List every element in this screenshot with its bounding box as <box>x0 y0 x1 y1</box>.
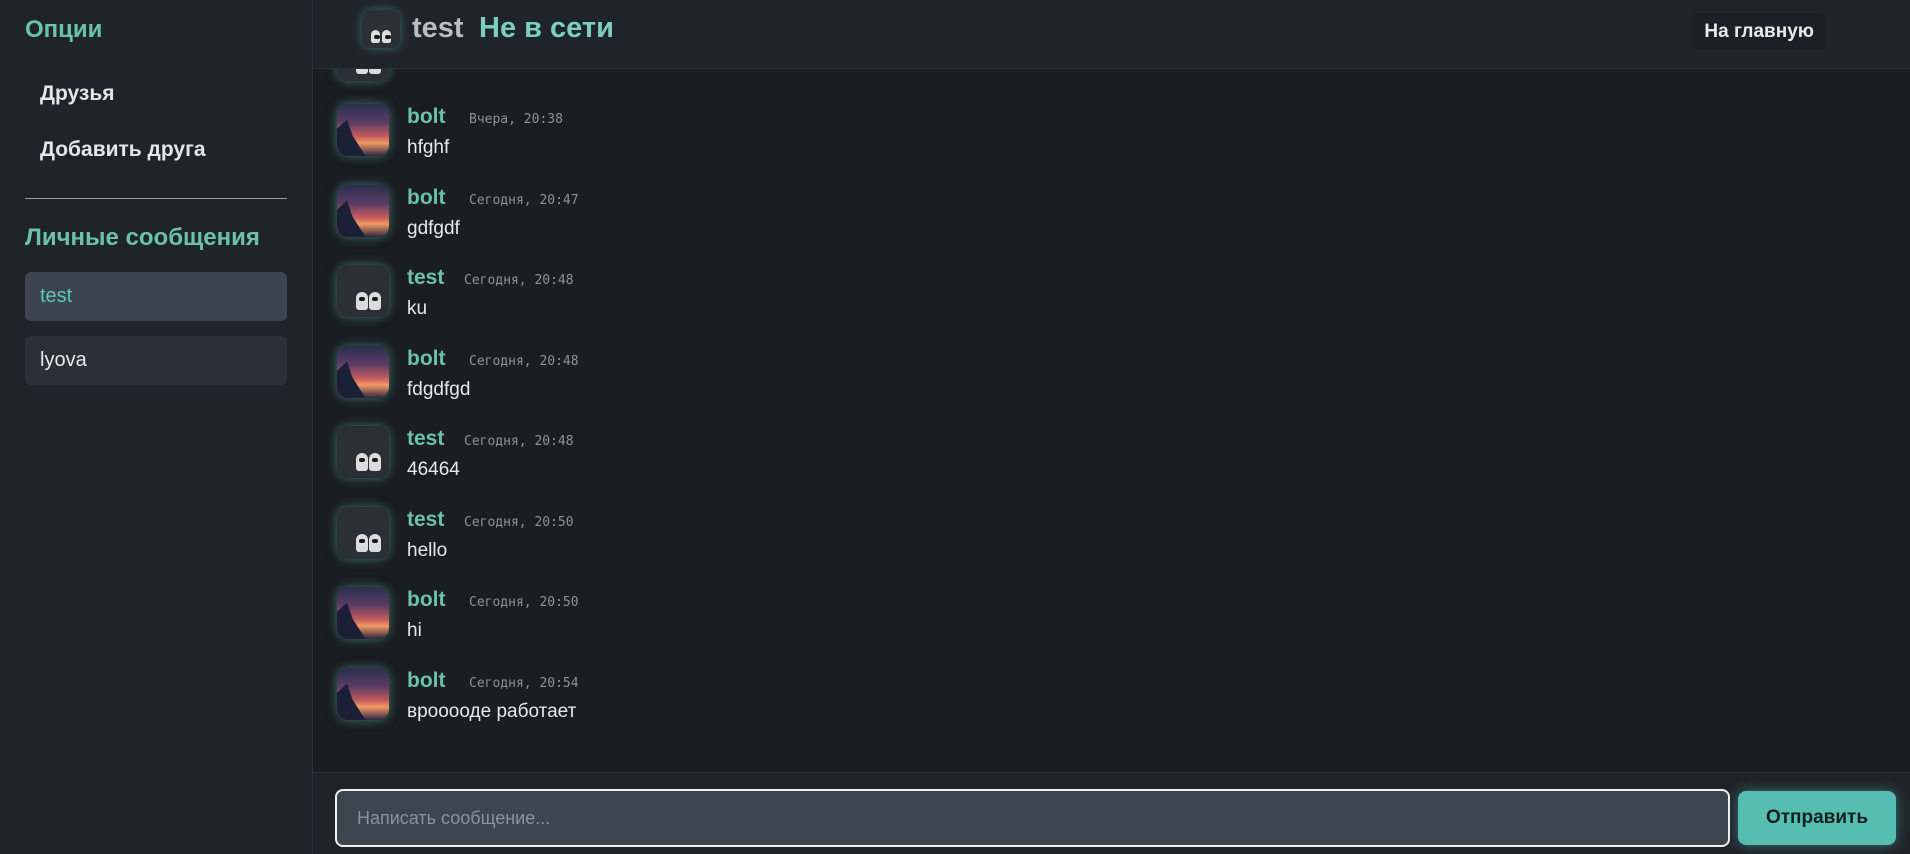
send-button[interactable]: Отправить <box>1738 791 1896 845</box>
chat-header: test Не в сети На главную <box>313 0 1910 69</box>
message-item: test Сегодня, 20:50 hello <box>337 507 1237 567</box>
message-item: hgfhgfh <box>337 69 1237 89</box>
message-author[interactable]: bolt <box>407 105 445 129</box>
message-timestamp: Сегодня, 20:50 <box>464 515 574 530</box>
message-text: fdgdfgd <box>407 379 471 400</box>
sidebar-link-friends[interactable]: Друзья <box>40 82 115 106</box>
sunset-landscape-avatar-icon[interactable] <box>337 668 389 720</box>
sunset-landscape-avatar-icon[interactable] <box>337 185 389 237</box>
home-button[interactable]: На главную <box>1692 13 1826 50</box>
message-timestamp: Сегодня, 20:48 <box>464 273 574 288</box>
message-author[interactable]: test <box>407 266 444 290</box>
message-text: hi <box>407 620 422 641</box>
message-timestamp: Сегодня, 20:50 <box>469 595 579 610</box>
message-author[interactable]: bolt <box>407 186 445 210</box>
dm-item-test[interactable]: test <box>25 272 287 321</box>
sidebar-link-add-friend[interactable]: Добавить друга <box>40 138 206 162</box>
two-figures-avatar-icon[interactable] <box>337 507 389 559</box>
message-item: bolt Вчера, 20:38 hfghf <box>337 104 1237 164</box>
message-author[interactable]: bolt <box>407 347 445 371</box>
message-item: bolt Сегодня, 20:50 hi <box>337 587 1237 647</box>
message-item: test Сегодня, 20:48 46464 <box>337 426 1237 486</box>
chat-partner-status: Не в сети <box>479 12 614 44</box>
message-timestamp: Вчера, 20:38 <box>469 112 563 127</box>
message-author[interactable]: bolt <box>407 588 445 612</box>
sunset-landscape-avatar-icon[interactable] <box>337 104 389 156</box>
two-figures-avatar-icon[interactable] <box>337 69 389 81</box>
message-text: gdfgdf <box>407 218 460 239</box>
sunset-landscape-avatar-icon[interactable] <box>337 346 389 398</box>
sunset-landscape-avatar-icon[interactable] <box>337 587 389 639</box>
dm-item-lyova[interactable]: lyova <box>25 336 287 385</box>
message-text: hfghf <box>407 137 450 158</box>
message-item: bolt Сегодня, 20:47 gdfgdf <box>337 185 1237 245</box>
message-author[interactable]: test <box>407 427 444 451</box>
two-figures-avatar-icon[interactable] <box>337 265 389 317</box>
message-composer: Отправить <box>313 772 1910 854</box>
message-item: bolt Сегодня, 20:54 врооооде работает <box>337 668 1237 728</box>
message-text: врооооде работает <box>407 701 577 722</box>
message-text: 46464 <box>407 459 460 480</box>
chat-partner-name: test <box>412 12 464 44</box>
message-input[interactable] <box>335 789 1730 847</box>
message-text: ku <box>407 298 428 319</box>
options-heading: Опции <box>25 16 103 43</box>
message-item: test Сегодня, 20:48 ku <box>337 265 1237 325</box>
message-author[interactable]: bolt <box>407 669 445 693</box>
message-list: hgfhgfh bolt Вчера, 20:38 hfghf bolt Сегодня,… <box>313 69 1910 772</box>
message-timestamp: Сегодня, 20:48 <box>469 354 579 369</box>
message-text: hello <box>407 540 448 561</box>
direct-messages-heading: Личные сообщения <box>25 224 260 251</box>
two-figures-avatar-icon[interactable] <box>337 426 389 478</box>
user-avatar-icon <box>362 10 400 48</box>
message-author[interactable]: test <box>407 508 444 532</box>
message-timestamp: Сегодня, 20:54 <box>469 676 579 691</box>
message-timestamp: Сегодня, 20:48 <box>464 434 574 449</box>
sidebar: Опции Друзья Добавить друга Личные сообщ… <box>0 0 313 854</box>
sidebar-divider <box>25 198 287 199</box>
message-item: bolt Сегодня, 20:48 fdgdfgd <box>337 346 1237 406</box>
message-timestamp: Сегодня, 20:47 <box>469 193 579 208</box>
